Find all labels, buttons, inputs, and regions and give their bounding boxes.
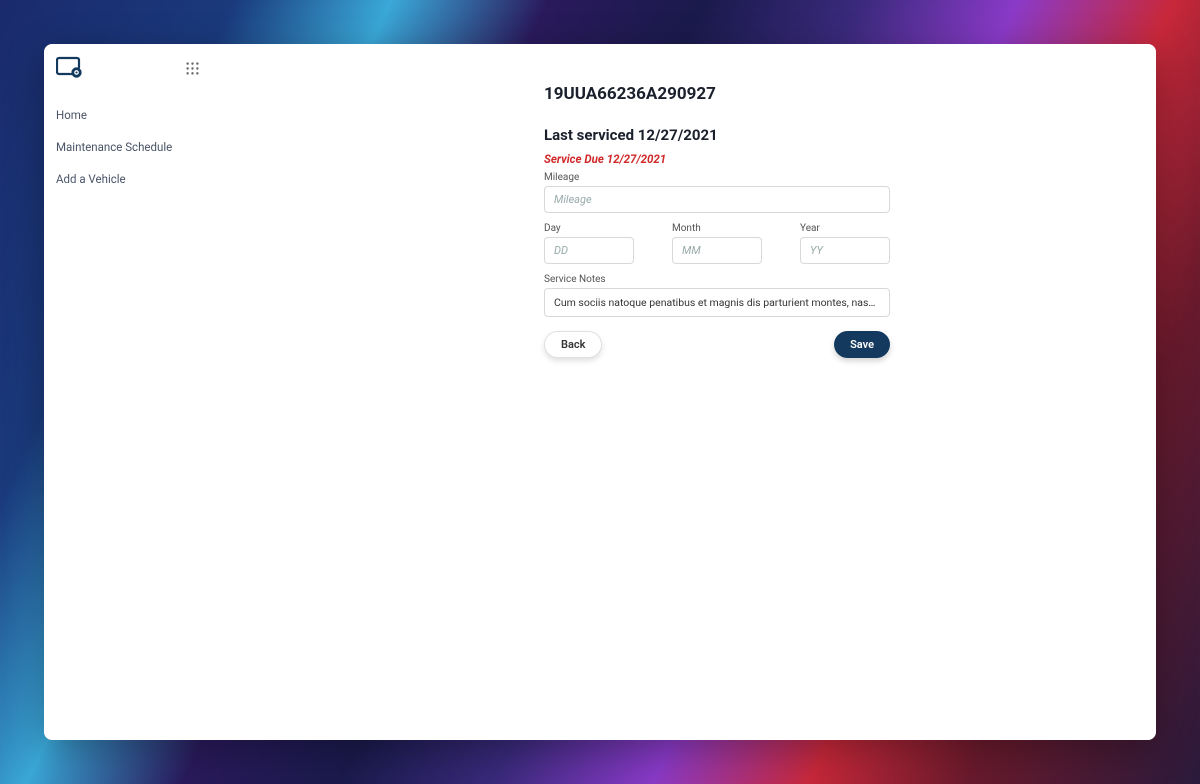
month-input[interactable] xyxy=(672,237,762,264)
mileage-field-group: Mileage xyxy=(544,172,890,213)
month-label: Month xyxy=(672,223,762,234)
month-field-group: Month xyxy=(672,223,762,264)
sidebar-item-home[interactable]: Home xyxy=(54,102,204,128)
mileage-label: Mileage xyxy=(544,172,890,183)
sidebar-item-maintenance-schedule[interactable]: Maintenance Schedule xyxy=(54,134,204,160)
app-menu-grid-icon[interactable] xyxy=(182,58,202,78)
day-input[interactable] xyxy=(544,237,634,264)
sidebar-item-add-vehicle[interactable]: Add a Vehicle xyxy=(54,166,204,192)
year-label: Year xyxy=(800,223,890,234)
page-title: 19UUA66236A290927 xyxy=(544,84,1116,104)
app-logo-icon xyxy=(56,56,84,80)
day-label: Day xyxy=(544,223,634,234)
year-field-group: Year xyxy=(800,223,890,264)
date-field-row: Day Month Year xyxy=(544,223,890,264)
sidebar-item-label: Maintenance Schedule xyxy=(56,140,172,154)
service-notes-field-group: Service Notes Cum sociis natoque penatib… xyxy=(544,274,1116,317)
day-field-group: Day xyxy=(544,223,634,264)
sidebar-item-label: Home xyxy=(56,108,87,122)
service-notes-label: Service Notes xyxy=(544,274,1116,285)
save-button[interactable]: Save xyxy=(834,331,890,358)
mileage-input[interactable] xyxy=(544,186,890,213)
app-window: Home Maintenance Schedule Add a Vehicle … xyxy=(44,44,1156,740)
last-serviced-heading: Last serviced 12/27/2021 xyxy=(544,126,1116,144)
form-button-row: Back Save xyxy=(544,331,890,358)
main-content: 19UUA66236A290927 Last serviced 12/27/20… xyxy=(214,44,1156,740)
service-due-text: Service Due 12/27/2021 xyxy=(544,152,1116,166)
service-notes-input[interactable]: Cum sociis natoque penatibus et magnis d… xyxy=(544,288,890,317)
sidebar-header xyxy=(54,56,204,80)
sidebar: Home Maintenance Schedule Add a Vehicle xyxy=(44,44,214,740)
year-input[interactable] xyxy=(800,237,890,264)
back-button[interactable]: Back xyxy=(544,331,602,358)
sidebar-item-label: Add a Vehicle xyxy=(56,172,126,186)
